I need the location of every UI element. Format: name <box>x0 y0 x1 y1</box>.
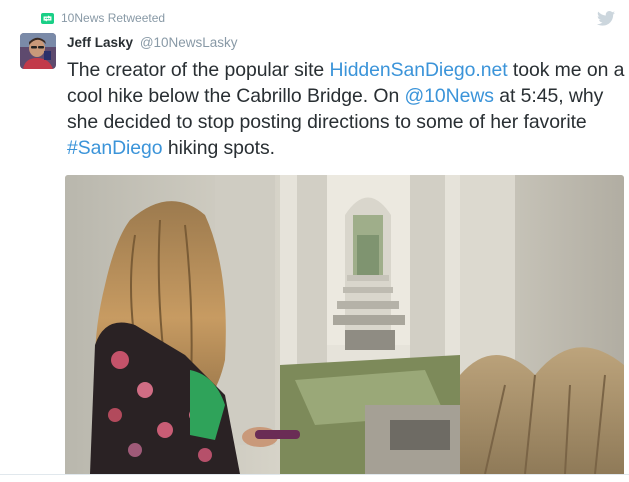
tweet-divider <box>0 474 629 475</box>
retweet-icon <box>41 12 54 24</box>
avatar-photo <box>20 33 56 69</box>
author-handle[interactable]: @10NewsLasky <box>140 35 238 50</box>
author-name[interactable]: Jeff Lasky <box>67 35 133 50</box>
tweet-text: The creator of the popular site HiddenSa… <box>67 57 627 161</box>
hashtag-link[interactable]: #SanDiego <box>67 137 163 159</box>
retweet-context[interactable]: 10News Retweeted <box>41 11 165 25</box>
tweet-header: Jeff Lasky @10NewsLasky <box>67 35 238 50</box>
tweet-text-segment: The creator of the popular site <box>67 59 330 81</box>
tweet-text-segment: hiking spots. <box>162 137 275 159</box>
tweet-media-photo[interactable] <box>65 175 624 474</box>
mention-link[interactable]: @10News <box>405 85 494 107</box>
author-avatar[interactable] <box>20 33 56 69</box>
site-link[interactable]: HiddenSanDiego.net <box>329 59 507 81</box>
retweet-label[interactable]: 10News Retweeted <box>61 11 165 25</box>
twitter-bird-icon[interactable] <box>597 11 615 26</box>
photo-scene <box>65 175 624 474</box>
